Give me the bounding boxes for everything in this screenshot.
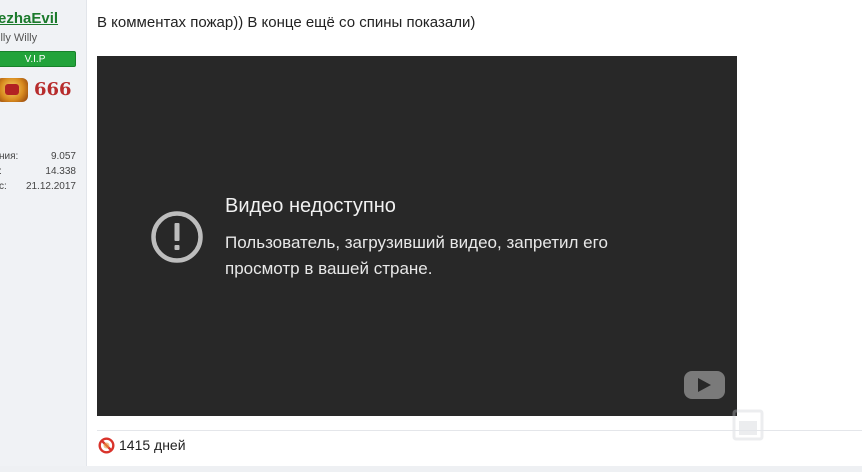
post-text: В комментах пожар)) В конце ещё со спины… — [97, 14, 476, 31]
stat-value: 14.338 — [45, 166, 76, 177]
rank-emblem-icon — [0, 78, 28, 102]
username-link[interactable]: ezhaEvil — [0, 10, 58, 27]
rank-number: 666 — [34, 79, 72, 100]
youtube-logo-icon[interactable] — [684, 371, 725, 399]
play-icon — [698, 378, 711, 392]
vip-badge: V.I.P — [0, 51, 76, 67]
video-message: Пользователь, загрузивший видео, запрети… — [225, 233, 608, 278]
post-divider — [97, 430, 862, 431]
video-title: Видео недоступно — [225, 195, 396, 217]
stat-label: : — [0, 166, 2, 177]
stat-value: 9.057 — [50, 151, 76, 162]
alert-circle-icon — [151, 211, 203, 263]
bottom-edge — [0, 466, 862, 472]
rank-row: 666 — [0, 76, 86, 106]
no-entry-icon — [98, 437, 115, 454]
embed-icon — [732, 409, 764, 441]
user-title: illy Willy — [0, 32, 38, 44]
online-duration: 1415 дней — [119, 437, 186, 453]
stat-value: 21.12.2017 — [25, 181, 76, 192]
video-player[interactable]: Видео недоступно Пользователь, загрузивш… — [97, 56, 737, 416]
stat-label: с: — [0, 181, 7, 192]
stat-row: : 14.338 — [0, 166, 80, 181]
user-sidebar: ezhaEvil illy Willy V.I.P 666 ния: 9.057… — [0, 0, 87, 472]
stat-label: ния: — [0, 151, 19, 162]
stat-row: ния: 9.057 — [0, 151, 80, 166]
stat-row: с: 21.12.2017 — [0, 181, 80, 196]
user-stats: ния: 9.057 : 14.338 с: 21.12.2017 — [0, 151, 80, 196]
